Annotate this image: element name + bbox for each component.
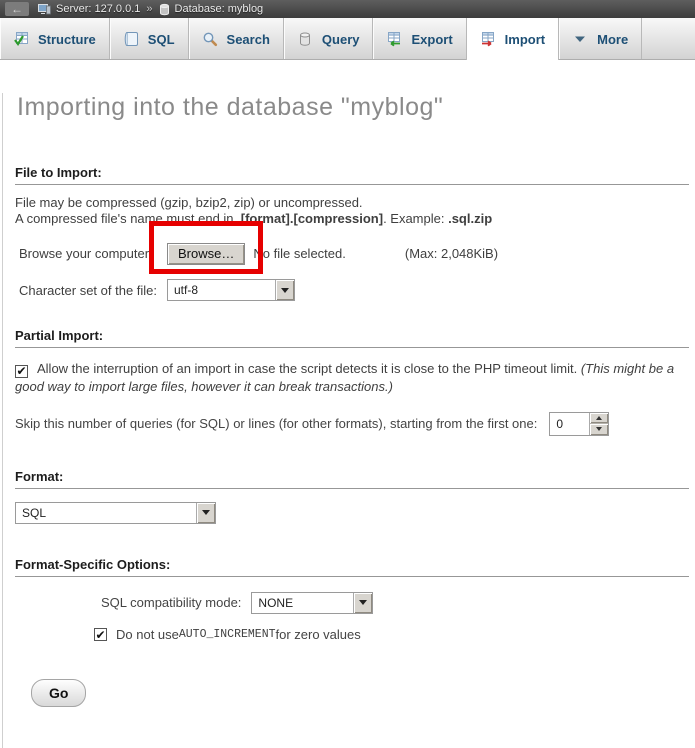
tab-search[interactable]: Search	[189, 18, 284, 60]
browse-label: Browse your computer:	[19, 246, 167, 261]
structure-icon	[13, 31, 29, 47]
page-title: Importing into the database "myblog"	[17, 93, 691, 122]
allow-interruption-label: Allow the interruption of an import in c…	[37, 361, 581, 376]
sql-compat-row: SQL compatibility mode: NONE	[15, 592, 691, 614]
filename-example: .sql.zip	[448, 211, 492, 226]
query-icon	[297, 31, 313, 47]
go-button[interactable]: Go	[31, 679, 86, 707]
tab-label: Export	[411, 32, 452, 47]
filename-note-mid: . Example:	[383, 211, 448, 226]
spin-up-icon[interactable]	[590, 413, 608, 424]
browse-row: Browse your computer: Browse… No file se…	[15, 241, 691, 266]
tab-structure[interactable]: Structure	[0, 18, 110, 60]
format-row: SQL	[15, 502, 691, 524]
section-heading-file-to-import: File to Import:	[15, 165, 689, 185]
auto-increment-label-suffix: for zero values	[276, 627, 361, 642]
auto-increment-label-prefix: Do not use	[116, 627, 179, 642]
format-select[interactable]: SQL	[15, 502, 216, 524]
sql-compat-label: SQL compatibility mode:	[101, 595, 241, 610]
auto-increment-row: ✔ Do not use AUTO_INCREMENT for zero valu…	[15, 627, 691, 643]
sql-icon	[123, 31, 139, 47]
breadcrumb-separator: »	[146, 3, 152, 15]
browse-button[interactable]: Browse…	[167, 243, 245, 265]
skip-queries-row: Skip this number of queries (for SQL) or…	[15, 412, 691, 436]
skip-queries-label: Skip this number of queries (for SQL) or…	[15, 416, 537, 431]
chevron-down-icon	[572, 31, 588, 47]
charset-selected-value: utf-8	[168, 280, 275, 300]
tab-export[interactable]: Export	[373, 18, 466, 60]
charset-row: Character set of the file: utf-8	[15, 279, 691, 301]
breadcrumb-database[interactable]: Database: myblog	[175, 3, 264, 15]
breadcrumb: ← Server: 127.0.0.1 » Database: myblog	[0, 0, 695, 18]
search-icon	[202, 31, 218, 47]
tab-label: Import	[505, 32, 545, 47]
chevron-down-icon[interactable]	[275, 280, 294, 300]
main-content: Importing into the database "myblog" Fil…	[2, 93, 695, 748]
section-heading-format-options: Format-Specific Options:	[15, 557, 689, 577]
section-heading-partial-import: Partial Import:	[15, 328, 689, 348]
tab-label: More	[597, 32, 628, 47]
auto-increment-keyword: AUTO_INCREMENT	[179, 628, 276, 641]
skip-queries-value: 0	[550, 413, 589, 435]
skip-queries-input[interactable]: 0	[549, 412, 609, 436]
auto-increment-checkbox[interactable]: ✔	[94, 628, 107, 641]
compression-note: File may be compressed (gzip, bzip2, zip…	[15, 195, 363, 210]
tab-label: SQL	[148, 32, 175, 47]
tab-import[interactable]: Import	[466, 18, 559, 60]
chevron-down-icon[interactable]	[353, 593, 372, 613]
charset-label: Character set of the file:	[19, 283, 167, 298]
max-size-note: (Max: 2,048KiB)	[405, 246, 498, 261]
import-icon	[480, 31, 496, 47]
tab-bar: Structure SQL Search Query	[0, 18, 695, 60]
chevron-down-icon[interactable]	[196, 503, 215, 523]
no-file-selected-text: No file selected.	[253, 246, 346, 261]
format-selected-value: SQL	[16, 503, 196, 523]
database-icon	[159, 3, 170, 16]
spinner-buttons	[589, 413, 608, 435]
sql-compat-select[interactable]: NONE	[251, 592, 373, 614]
server-icon	[38, 3, 51, 16]
filename-pattern: .[format].[compression]	[237, 211, 383, 226]
tab-label: Search	[227, 32, 270, 47]
file-import-notes: File may be compressed (gzip, bzip2, zip…	[15, 195, 691, 227]
section-heading-format: Format:	[15, 469, 689, 489]
allow-interruption-row: ✔ Allow the interruption of an import in …	[15, 360, 691, 395]
tab-more[interactable]: More	[559, 18, 642, 60]
charset-select[interactable]: utf-8	[167, 279, 295, 301]
back-arrow-icon[interactable]: ←	[5, 2, 29, 16]
tab-label: Structure	[38, 32, 96, 47]
breadcrumb-server[interactable]: Server: 127.0.0.1	[56, 3, 140, 15]
tab-sql[interactable]: SQL	[110, 18, 189, 60]
filename-note-prefix: A compressed file's name must end in	[15, 211, 237, 226]
sql-compat-selected-value: NONE	[252, 593, 353, 613]
tab-label: Query	[322, 32, 360, 47]
export-icon	[386, 31, 402, 47]
tab-query[interactable]: Query	[284, 18, 374, 60]
spin-down-icon[interactable]	[590, 423, 608, 435]
allow-interruption-checkbox[interactable]: ✔	[15, 365, 28, 378]
